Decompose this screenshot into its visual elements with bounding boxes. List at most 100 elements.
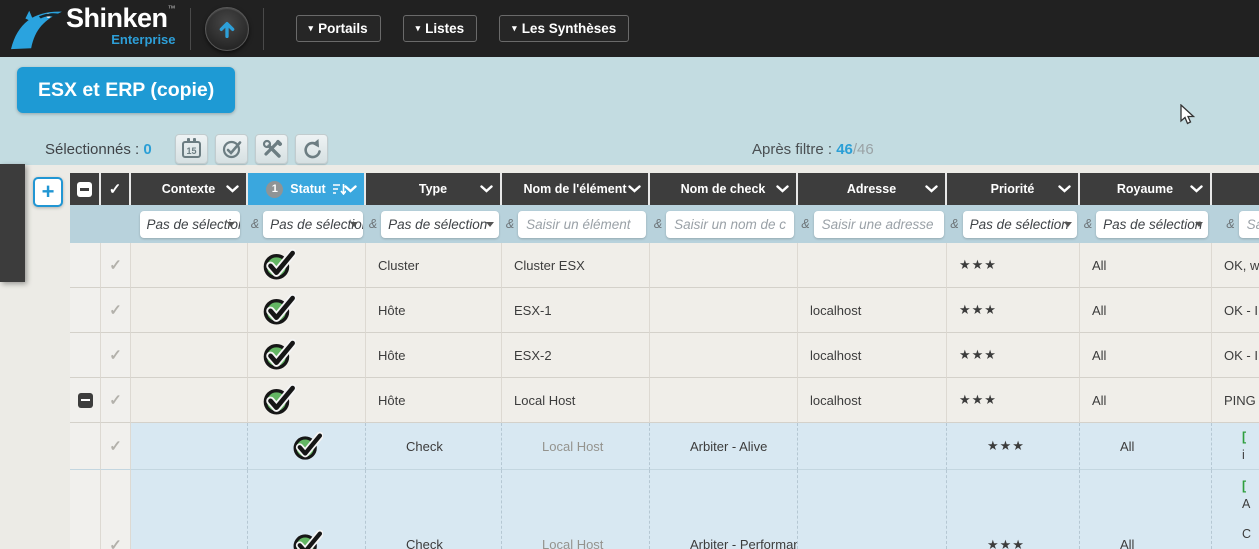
cell-check-name: Arbiter - Alive	[650, 423, 798, 470]
header-nom-de-check[interactable]: Nom de check	[650, 173, 798, 205]
cell-type: Hôte	[366, 288, 502, 333]
topbar-divider	[263, 8, 264, 50]
after-filter-value: 46	[836, 141, 853, 158]
cell-royaume: All	[1080, 243, 1212, 288]
header-adresse[interactable]: Adresse	[798, 173, 947, 205]
cell-royaume: All	[1080, 333, 1212, 378]
cell-output: [AC	[1212, 470, 1259, 549]
cell-adresse: localhost	[798, 378, 947, 423]
add-button[interactable]: +	[33, 177, 63, 207]
sort-order-badge: 1	[266, 181, 283, 198]
contexte-filter-select[interactable]: Pas de sélection	[140, 211, 240, 238]
cell-adresse	[798, 470, 947, 549]
status-ok-icon	[262, 338, 296, 372]
caret-down-icon: ▾	[512, 23, 517, 34]
validate-button[interactable]	[215, 134, 248, 164]
chevron-down-icon	[344, 185, 357, 193]
icon-toolbar: 15	[175, 134, 328, 164]
brand-name: Shinken	[66, 3, 168, 33]
cell-element-name: Cluster ESX	[502, 243, 650, 288]
menu-label: Portails	[318, 21, 368, 36]
menu-label: Les Synthèses	[522, 21, 617, 36]
cell-priorite: ★★★	[947, 288, 1080, 333]
menu-les-syntheses[interactable]: ▾ Les Synthèses	[499, 15, 629, 42]
chevron-down-icon	[226, 185, 239, 193]
arrow-up-icon	[215, 17, 239, 41]
header-contexte[interactable]: Contexte	[131, 173, 248, 205]
cell-adresse	[798, 243, 947, 288]
header-collapse-all[interactable]	[70, 173, 101, 205]
cell-adresse	[798, 423, 947, 470]
elements-table: ✓ Contexte 1 Statut Type Nom de l'élémen…	[70, 173, 1259, 549]
cell-output: OK, w	[1212, 243, 1259, 288]
cell-check-name	[650, 243, 798, 288]
brand-subtitle: Enterprise	[66, 33, 176, 46]
cell-output: OK - I	[1212, 333, 1259, 378]
calendar-button[interactable]: 15	[175, 134, 208, 164]
element-filter-input[interactable]	[518, 211, 646, 238]
row-select[interactable]: ✓	[101, 378, 131, 423]
cell-element-name: Local Host	[502, 423, 650, 470]
table-row[interactable]: ✓ Cluster Cluster ESX ★★★ All OK, w	[70, 243, 1259, 288]
tools-button[interactable]	[255, 134, 288, 164]
header-priorite[interactable]: Priorité	[947, 173, 1080, 205]
cell-royaume: All	[1080, 378, 1212, 423]
check-icon: ✓	[109, 437, 122, 455]
after-filter-label: Après filtre : 46/46	[752, 141, 874, 158]
collapsed-side-panel[interactable]	[0, 164, 25, 282]
menu-portails[interactable]: ▾Portails	[296, 15, 381, 42]
main-menu: ▾Portails ▾Listes ▾ Les Synthèses	[296, 15, 630, 42]
brand-logo[interactable]: Shinken™ Enterprise	[6, 5, 176, 53]
cell-check-name	[650, 333, 798, 378]
collapse-row-icon[interactable]	[78, 393, 93, 408]
cell-type: Cluster	[366, 243, 502, 288]
cell-check-name	[650, 378, 798, 423]
check-filter-input[interactable]	[666, 211, 794, 238]
header-royaume[interactable]: Royaume	[1080, 173, 1212, 205]
table-row-check[interactable]: ✓ Check Local Host Arbiter - Performance…	[70, 470, 1259, 549]
menu-listes[interactable]: ▾Listes	[403, 15, 478, 42]
menu-label: Listes	[425, 21, 464, 36]
dropdown-caret-icon	[350, 222, 358, 227]
header-output[interactable]	[1212, 173, 1259, 205]
check-icon: ✓	[109, 346, 122, 364]
output-filter-input[interactable]	[1239, 211, 1259, 238]
check-icon: ✓	[109, 180, 122, 198]
tools-icon	[261, 138, 283, 160]
selected-count-label: Sélectionnés : 0	[45, 141, 152, 158]
priorite-filter-select[interactable]: Pas de sélection	[963, 211, 1077, 238]
statut-filter-select[interactable]: Pas de sélection	[263, 211, 363, 238]
check-icon: ✓	[109, 536, 122, 549]
header-statut[interactable]: 1 Statut	[248, 173, 366, 205]
table-row[interactable]: ✓ Hôte Local Host localhost ★★★ All PING	[70, 378, 1259, 423]
type-filter-select[interactable]: Pas de sélection	[381, 211, 499, 238]
cell-adresse: localhost	[798, 288, 947, 333]
cell-output: PING	[1212, 378, 1259, 423]
selected-count-value: 0	[143, 141, 151, 158]
row-select[interactable]: ✓	[101, 470, 131, 549]
header-type[interactable]: Type	[366, 173, 502, 205]
cell-priorite: ★★★	[947, 378, 1080, 423]
row-select[interactable]: ✓	[101, 288, 131, 333]
cell-priorite: ★★★	[947, 333, 1080, 378]
table-row[interactable]: ✓ Hôte ESX-2 localhost ★★★ All OK - I	[70, 333, 1259, 378]
status-ok-icon	[262, 383, 296, 417]
royaume-filter-select[interactable]: Pas de sélection	[1096, 211, 1208, 238]
chevron-down-icon	[628, 185, 641, 193]
row-select[interactable]: ✓	[101, 333, 131, 378]
cell-check-name	[650, 288, 798, 333]
undo-button[interactable]	[295, 134, 328, 164]
scroll-top-button[interactable]	[205, 7, 249, 51]
table-row[interactable]: ✓ Hôte ESX-1 localhost ★★★ All OK - I	[70, 288, 1259, 333]
header-element[interactable]: Nom de l'élément	[502, 173, 650, 205]
shinken-logo-icon	[6, 5, 64, 53]
adresse-filter-input[interactable]	[814, 211, 944, 238]
cell-royaume: All	[1080, 470, 1212, 549]
header-select-all[interactable]: ✓	[101, 173, 131, 205]
row-select[interactable]: ✓	[101, 423, 131, 470]
row-select[interactable]: ✓	[101, 243, 131, 288]
cell-priorite: ★★★	[947, 423, 1080, 470]
cell-royaume: All	[1080, 423, 1212, 470]
collapse-all-icon	[77, 182, 92, 197]
table-row-check[interactable]: ✓ Check Local Host Arbiter - Alive ★★★ A…	[70, 423, 1259, 470]
